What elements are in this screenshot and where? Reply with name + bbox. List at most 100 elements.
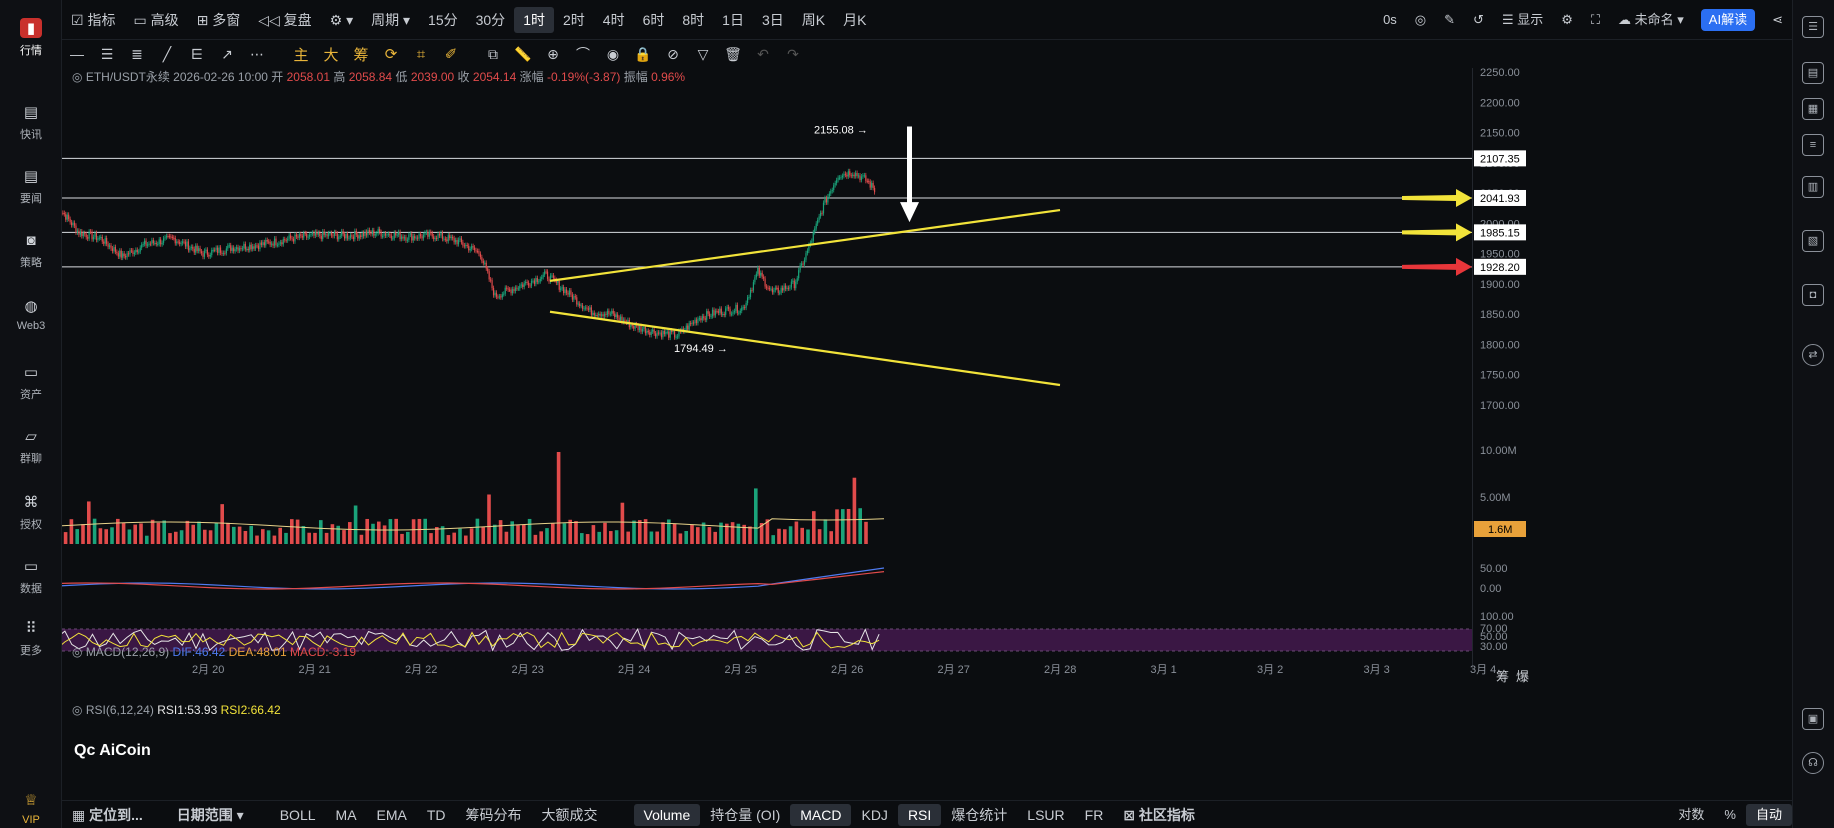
candle-body — [869, 181, 871, 188]
interval-6[interactable]: 8时 — [673, 7, 713, 33]
candle-body — [233, 247, 235, 252]
indicator-tab-5[interactable]: 大额成交 — [532, 804, 608, 826]
visibility-icon[interactable]: ◉ — [598, 46, 628, 63]
indicator-tab-10[interactable]: RSI — [897, 803, 942, 826]
nav-item-6[interactable]: ▱ 群聊 — [0, 418, 62, 474]
filter-icon[interactable]: ▽ — [688, 46, 718, 63]
trash-icon[interactable]: 🗑 — [718, 46, 748, 63]
eye-icon[interactable]: ◎ — [72, 645, 86, 659]
date-range-button[interactable]: 日期范围 ▾ — [167, 804, 254, 826]
headset-icon[interactable]: ☊ — [1802, 752, 1824, 774]
indicator-tab-0[interactable]: BOLL — [270, 804, 326, 826]
copy-icon[interactable]: ⧉ — [478, 46, 508, 63]
horizontal-line-icon[interactable]: — — [62, 46, 92, 62]
lock-icon[interactable]: 🔒 — [628, 46, 658, 63]
percent-toggle[interactable]: % — [1714, 804, 1746, 826]
vip-button[interactable]: ♕ VIP — [0, 780, 62, 828]
fib-icon[interactable]: ⋿ — [182, 46, 212, 63]
price-chart[interactable]: 2250.002200.002150.002100.002050.002000.… — [62, 68, 1792, 788]
advanced-button[interactable]: ▭ 高级 — [124, 7, 187, 33]
zoom-icon[interactable]: ⊕ — [538, 46, 568, 63]
main-chip-tool[interactable]: 主 — [286, 44, 316, 65]
nav-item-9[interactable]: ⠿ 更多 — [0, 610, 62, 666]
notes-icon[interactable]: ☰ — [1802, 16, 1824, 38]
indicator-tab-11[interactable]: 爆仓统计 — [941, 804, 1017, 826]
nav-item-1[interactable]: ▤ 快讯 — [0, 94, 62, 150]
indicator-tab-7[interactable]: 持仓量 (OI) — [700, 804, 790, 826]
log-toggle[interactable]: 对数 — [1668, 804, 1714, 826]
undo-icon[interactable]: ↺ — [1464, 7, 1493, 33]
brush-icon[interactable]: ✐ — [436, 45, 466, 63]
interval-0[interactable]: 15分 — [419, 7, 467, 33]
nav-item-3[interactable]: ◙ 策略 — [0, 222, 62, 278]
refresh-icon[interactable]: ⟳ — [376, 45, 406, 63]
settings-dropdown[interactable]: ⚙ ▾ — [321, 7, 362, 33]
multi-line-icon[interactable]: ☰ — [92, 46, 122, 63]
nav-item-0[interactable]: ▮ 行情 — [0, 10, 62, 66]
indicator-tab-6[interactable]: Volume — [633, 803, 701, 826]
interval-10[interactable]: 月K — [834, 7, 875, 33]
locate-button[interactable]: ▦ 定位到... — [62, 804, 153, 826]
interval-4[interactable]: 4时 — [594, 7, 634, 33]
link-icon[interactable]: ⊘ — [658, 46, 688, 63]
candle-body — [843, 173, 845, 176]
indicator-tab-14[interactable]: ⊠ 社区指标 — [1113, 804, 1205, 826]
bot-icon[interactable]: ◘ — [1802, 284, 1824, 306]
channel-icon[interactable]: ≣ — [122, 46, 152, 63]
interval-9[interactable]: 周K — [793, 7, 834, 33]
indicator-tab-9[interactable]: KDJ — [851, 804, 897, 826]
interval-1[interactable]: 30分 — [467, 7, 515, 33]
more-icon[interactable]: ⋯ — [242, 46, 272, 63]
trend-line-icon[interactable]: ╱ — [152, 46, 182, 63]
indicator-tab-13[interactable]: FR — [1075, 804, 1114, 826]
indicator-tab-2[interactable]: EMA — [367, 804, 417, 826]
nav-item-8[interactable]: ▭ 数据 — [0, 548, 62, 604]
clipboard-icon[interactable]: ▤ — [1802, 62, 1824, 84]
auto-toggle[interactable]: 自动 — [1745, 804, 1792, 826]
indicator-button[interactable]: ☑ 指标 — [62, 7, 124, 33]
ruler-icon[interactable]: 📏 — [508, 46, 538, 63]
interval-3[interactable]: 2时 — [554, 7, 594, 33]
nav-item-7[interactable]: ⌘ 授权 — [0, 484, 62, 540]
exchange-icon[interactable]: ⇄ — [1802, 344, 1824, 366]
large-chip-tool[interactable]: 大 — [316, 44, 346, 65]
interval-8[interactable]: 3日 — [753, 7, 793, 33]
ai-analysis-button[interactable]: AI解读 — [1700, 9, 1756, 31]
layout-dropdown[interactable]: ☁ 未命名 ▾ — [1609, 7, 1693, 33]
interval-2[interactable]: 1时 — [514, 6, 554, 33]
layers-icon[interactable]: ▣ — [1802, 708, 1824, 730]
interval-7[interactable]: 1日 — [713, 7, 753, 33]
ray-icon[interactable]: ↗ — [212, 46, 242, 63]
nav-item-2[interactable]: ▤ 要闻 — [0, 158, 62, 214]
eye-icon[interactable]: ◎ — [72, 703, 86, 717]
camera-icon[interactable]: ◎ — [1406, 7, 1435, 33]
nav-item-5[interactable]: ▭ 资产 — [0, 354, 62, 410]
gear-icon[interactable]: ⚙ — [1552, 7, 1582, 33]
tag-icon[interactable]: ⌗ — [406, 46, 436, 63]
replay-button[interactable]: ◁◁ 复盘 — [249, 7, 320, 33]
eye-icon[interactable]: ◎ — [72, 70, 86, 84]
volume-bar — [406, 531, 410, 544]
period-dropdown[interactable]: 周期 ▾ — [362, 7, 419, 33]
chip-tool[interactable]: 筹 — [346, 44, 376, 65]
nav-item-4[interactable]: ◍ Web3 — [0, 286, 62, 342]
fullscreen-icon[interactable]: ⛶ — [1582, 7, 1609, 33]
indicator-tab-1[interactable]: MA — [326, 804, 367, 826]
display-button[interactable]: ☰ 显示 — [1493, 7, 1552, 33]
indicator-tab-4[interactable]: 筹码分布 — [456, 804, 532, 826]
indicator-tab-3[interactable]: TD — [417, 804, 456, 826]
multi-window-button[interactable]: ⊞ 多窗 — [188, 7, 250, 33]
price-tick: 2200.00 — [1480, 97, 1520, 109]
pen-icon[interactable]: ✎ — [1435, 7, 1464, 33]
interval-5[interactable]: 6时 — [634, 7, 674, 33]
calendar-icon[interactable]: ▦ — [1802, 98, 1824, 120]
indicator-tab-12[interactable]: LSUR — [1017, 804, 1074, 826]
undo-draw-icon[interactable]: ↶ — [748, 46, 778, 63]
calendar-2-icon[interactable]: ▧ — [1802, 230, 1824, 252]
magnet-icon[interactable]: ⌒ — [568, 44, 598, 64]
share-icon[interactable]: ⋖ — [1763, 7, 1792, 33]
list-icon[interactable]: ≡ — [1802, 134, 1824, 156]
stats-icon[interactable]: ▥ — [1802, 176, 1824, 198]
indicator-tab-8[interactable]: MACD — [790, 803, 852, 826]
redo-draw-icon[interactable]: ↷ — [778, 46, 808, 63]
